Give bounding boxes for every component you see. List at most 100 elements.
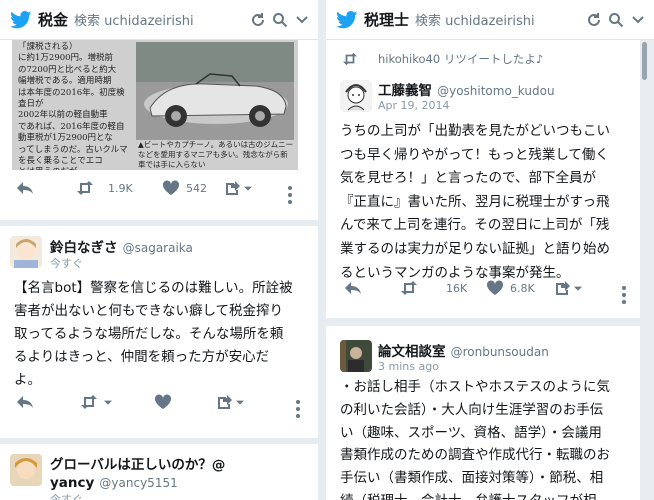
tweet-text-line: 手伝い（書類作成、面接対策等）・節税、相 xyxy=(340,470,604,487)
tweet-text-line: 『正直に』書いた所、翌月に税理士がすっ飛 xyxy=(340,193,610,210)
column-tax: 税金 検索 uchidazeirishi 「課税される） に約1万2900円。増税… xyxy=(0,0,318,500)
reply-icon xyxy=(345,282,361,294)
photo-caption: ▲ビートやカプチーノ。あるいは古のジムニーなどを愛用するマニアも多い。残念ながら… xyxy=(138,140,294,169)
scrollbar-thumb[interactable] xyxy=(642,42,647,80)
tweet-card[interactable]: 「課税される） に約1万2900円。増税前 の7200円と比べると約大 幅増税である。… xyxy=(0,40,318,220)
tweet-text-line: 【名言bot】警察を信じるのは難しい。所詮被 xyxy=(14,280,293,296)
photo-text-line: は本年度の2016年。初度検査日が xyxy=(18,87,125,110)
retweet-icon xyxy=(401,281,417,295)
user-handle[interactable]: @sagaraika xyxy=(123,241,193,255)
search-icon[interactable] xyxy=(272,12,288,28)
tweet-text-line: ・お話し相手（ホストやホステスのように気 xyxy=(340,379,610,395)
tweet-text-line: 気を見せろ！」と言ったので、部下全員が xyxy=(340,170,596,187)
heart-icon xyxy=(154,394,172,409)
chevron-down-icon xyxy=(104,400,112,405)
more-icon[interactable] xyxy=(294,12,310,28)
retweet-button[interactable]: 16K xyxy=(400,280,467,296)
tweet-card[interactable]: hikohiko40 リツイートしたよ♪ 工藤義智 @yoshitomo_kud… xyxy=(326,40,640,318)
tweet-photo[interactable]: 「課税される） に約1万2900円。増税前 の7200円と比べると約大 幅増税である。… xyxy=(12,40,298,170)
photo-text-line: 幅増税である。適用時期 xyxy=(18,76,112,87)
more-options-icon[interactable] xyxy=(622,286,626,307)
tweet-text-line: つも早く帰りやがって！もっと残業して働く xyxy=(340,146,609,163)
column-header[interactable]: 税理士 検索 uchidazeirishi xyxy=(326,0,654,40)
tweet-text-line: い（趣味、スポーツ、資格、語学）・会議用 xyxy=(340,424,602,441)
retweet-button[interactable]: 1.9K xyxy=(76,180,133,196)
user-handle[interactable]: @yancy5151 xyxy=(99,476,177,490)
heart-icon xyxy=(162,180,180,195)
user-name[interactable]: 工藤義智 xyxy=(378,83,432,99)
tweet-text: うちの上司が「出勤表を見たがどいつもこい つも早く帰りやがって！もっと残業して働… xyxy=(340,120,640,285)
retweet-button[interactable] xyxy=(80,394,114,410)
search-icon[interactable] xyxy=(608,12,624,28)
column-title: 税金 xyxy=(38,11,69,29)
tweet-text-line: 続（税理士、会計士、弁護士スタッフが相 xyxy=(340,490,640,500)
tweet-card[interactable]: グローバルは正しいのか？@ yancy @yancy5151 今すぐ xyxy=(0,444,318,500)
photo-text-line: とは思うのだが……。 xyxy=(18,167,130,170)
tweet-text-line: 業するのは実力が足りない証拠」と語り始め xyxy=(340,240,610,257)
avatar[interactable] xyxy=(340,340,372,372)
like-button[interactable] xyxy=(154,394,172,410)
avatar[interactable] xyxy=(10,454,42,486)
user-name[interactable]: 鈴白なぎさ xyxy=(50,240,118,256)
twitter-bird-icon xyxy=(336,10,358,28)
tweet-text-line: 取ってるような場所だしな。そんな場所を頼 xyxy=(14,326,284,342)
photo-text-line: 2002年以前の軽自動車 xyxy=(18,110,108,121)
tweet-text-line: よ。 xyxy=(14,372,41,388)
refresh-icon[interactable] xyxy=(586,12,602,28)
avatar[interactable] xyxy=(340,80,372,112)
photo-text-line: を長く乗ることでエコ xyxy=(18,156,103,167)
reply-button[interactable] xyxy=(344,280,362,296)
heart-icon xyxy=(486,280,504,295)
avatar[interactable] xyxy=(10,236,42,268)
tweet-text-line: うちの上司が「出勤表を見たがどいつもこい xyxy=(340,123,610,139)
more-options-icon[interactable] xyxy=(296,400,300,421)
reply-icon xyxy=(17,182,33,194)
photo-text-line: ってしまうのだ。古いクルマ xyxy=(18,144,128,155)
timestamp[interactable]: 3 mins ago xyxy=(378,360,439,373)
column-header[interactable]: 税金 検索 uchidazeirishi xyxy=(0,0,318,40)
column-subtitle: 検索 uchidazeirishi xyxy=(74,14,194,29)
column-tax-accountant: 税理士 検索 uchidazeirishi hikohiko40 リツイートした… xyxy=(326,0,654,500)
tweet-card[interactable]: 鈴白なぎさ @sagaraika 今すぐ 【名言bot】警察を信じるのは難しい。… xyxy=(0,226,318,438)
user-handle[interactable]: @yoshitomo_kudou xyxy=(437,84,554,98)
user-handle[interactable]: @ronbunsoudan xyxy=(451,345,549,359)
timestamp[interactable]: 今すぐ xyxy=(50,255,83,271)
column-title: 税理士 xyxy=(364,11,410,29)
share-button[interactable] xyxy=(224,180,254,196)
tweet-card[interactable]: 論文相談室 @ronbunsoudan 3 mins ago ・お話し相手（ホス… xyxy=(326,326,640,500)
photo-text-line: 動車税が1万2900円とな xyxy=(18,133,113,144)
user-name[interactable]: 論文相談室 xyxy=(378,344,446,360)
retweet-icon xyxy=(81,395,97,409)
refresh-icon[interactable] xyxy=(250,12,266,28)
chevron-down-icon xyxy=(244,186,252,191)
retweet-icon xyxy=(343,52,357,66)
tweet-text-line: んで来て上司を連行。その翌日に上司が「残 xyxy=(340,217,610,234)
reply-icon xyxy=(17,396,33,408)
tweet-text-line: るよりはきっと、仲間を頼った方が安心だ xyxy=(14,349,270,365)
like-button[interactable]: 542 xyxy=(162,180,207,196)
tweet-text-line: 害者が出ないと何もできない癖して税金搾り xyxy=(14,303,284,319)
share-button[interactable] xyxy=(216,394,246,410)
timestamp[interactable]: Apr 19, 2014 xyxy=(378,99,450,112)
user-name[interactable]: グローバルは正しいのか？@ xyxy=(50,453,225,473)
car-photo xyxy=(136,42,294,140)
column-subtitle: 検索 uchidazeirishi xyxy=(415,14,535,29)
like-count: 6.8K xyxy=(510,281,535,295)
user-name-continued[interactable]: yancy xyxy=(50,475,94,491)
timestamp[interactable]: 今すぐ xyxy=(50,491,83,500)
share-button[interactable] xyxy=(554,280,584,296)
share-icon xyxy=(218,395,232,409)
photo-text-line: に約1万2900円。増税前 xyxy=(18,53,114,64)
like-button[interactable]: 6.8K xyxy=(486,280,535,296)
reply-button[interactable] xyxy=(16,394,34,410)
twitter-bird-icon xyxy=(10,10,32,28)
more-options-icon[interactable] xyxy=(288,186,292,207)
chevron-down-icon xyxy=(236,400,244,405)
more-icon[interactable] xyxy=(630,12,646,28)
retweet-icon xyxy=(77,181,93,195)
reply-button[interactable] xyxy=(16,180,34,196)
photo-text-line: の7200円と比べると約大 xyxy=(18,64,117,75)
retweet-attribution[interactable]: hikohiko40 リツイートしたよ♪ xyxy=(378,51,543,67)
tweet-text-line: の利いた会話）・大人向け生涯学習のお手伝 xyxy=(340,401,604,418)
like-count: 542 xyxy=(186,181,207,195)
